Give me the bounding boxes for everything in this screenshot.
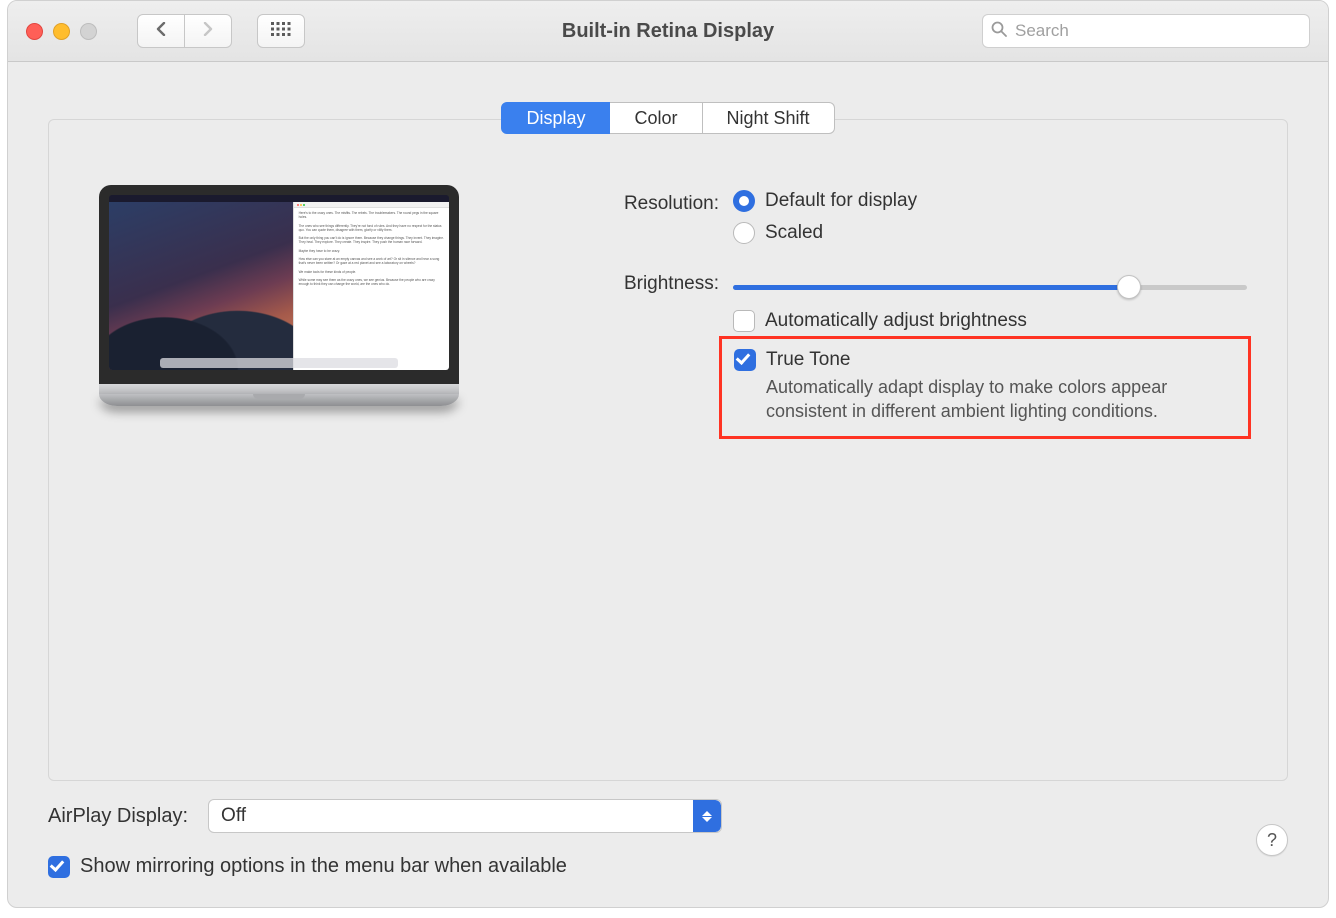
search-box[interactable] (982, 14, 1310, 48)
chevron-right-icon (203, 22, 213, 41)
nav-buttons (137, 14, 232, 48)
brightness-row: Brightness: Automatically adjust brightn… (549, 270, 1247, 439)
auto-brightness-checkbox[interactable] (733, 310, 755, 332)
macbook-illustration: Here's to the crazy ones. The misfits. T… (99, 185, 459, 406)
grid-icon (271, 22, 291, 41)
help-button[interactable]: ? (1256, 824, 1288, 856)
minimize-window-button[interactable] (53, 23, 70, 40)
content-area: Display Color Night Shift (8, 102, 1328, 878)
airplay-label: AirPlay Display: (48, 805, 188, 828)
brightness-label: Brightness: (549, 270, 733, 295)
settings-panel: Here's to the crazy ones. The misfits. T… (48, 119, 1288, 781)
auto-brightness-label: Automatically adjust brightness (765, 310, 1027, 332)
airplay-select[interactable]: Off (208, 799, 722, 833)
window-controls (26, 23, 97, 40)
titlebar: Built-in Retina Display (8, 1, 1328, 62)
forward-button[interactable] (185, 14, 232, 48)
brightness-knob[interactable] (1117, 275, 1141, 299)
display-settings: Resolution: Default for display Scaled (529, 160, 1287, 455)
tab-bar: Display Color Night Shift (8, 102, 1328, 134)
display-preview: Here's to the crazy ones. The misfits. T… (49, 160, 529, 406)
tab-display[interactable]: Display (501, 102, 610, 134)
brightness-fill (733, 285, 1129, 290)
brightness-slider[interactable] (733, 276, 1247, 296)
select-caret-icon (693, 800, 721, 832)
mirroring-row: Show mirroring options in the menu bar w… (48, 855, 1288, 878)
chevron-left-icon (156, 22, 166, 41)
airplay-value: Off (221, 805, 246, 827)
resolution-row: Resolution: Default for display Scaled (549, 190, 1247, 254)
mirroring-label: Show mirroring options in the menu bar w… (80, 855, 567, 878)
tab-color[interactable]: Color (610, 102, 702, 134)
help-icon: ? (1267, 830, 1277, 851)
system-preferences-window: Built-in Retina Display Display Color Ni… (7, 0, 1329, 908)
close-window-button[interactable] (26, 23, 43, 40)
true-tone-highlight: True Tone Automatically adapt display to… (719, 336, 1251, 439)
true-tone-description: Automatically adapt display to make colo… (766, 375, 1236, 424)
airplay-row: AirPlay Display: Off (48, 799, 1288, 833)
back-button[interactable] (137, 14, 185, 48)
resolution-default-radio[interactable] (733, 190, 755, 212)
true-tone-checkbox[interactable] (734, 349, 756, 371)
footer: AirPlay Display: Off Show mirroring opti… (8, 781, 1328, 878)
fullscreen-window-button (80, 23, 97, 40)
tab-night-shift[interactable]: Night Shift (703, 102, 835, 134)
mirroring-checkbox[interactable] (48, 856, 70, 878)
resolution-scaled-label: Scaled (765, 222, 823, 244)
show-all-button[interactable] (257, 14, 305, 48)
true-tone-label: True Tone (766, 349, 851, 371)
search-input[interactable] (1013, 20, 1301, 42)
resolution-scaled-radio[interactable] (733, 222, 755, 244)
resolution-label: Resolution: (549, 190, 733, 215)
search-icon (991, 21, 1007, 42)
resolution-default-label: Default for display (765, 190, 917, 212)
